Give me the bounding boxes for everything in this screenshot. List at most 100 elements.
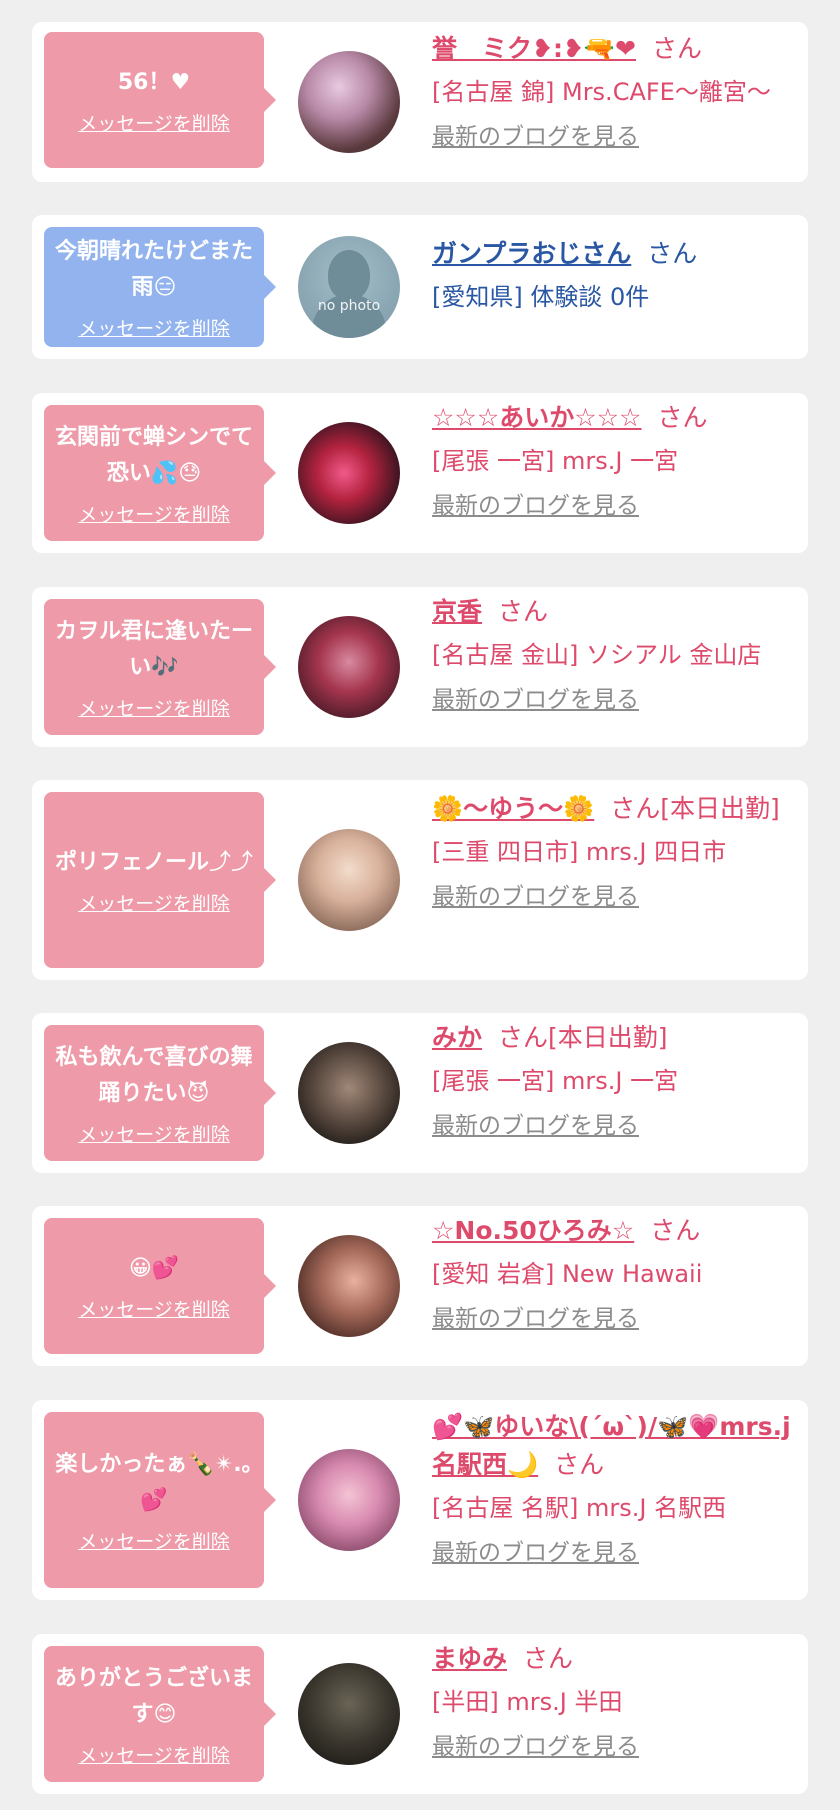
message-bubble: ありがとうございます😊 メッセージを削除 [44, 1646, 276, 1782]
delete-message-link[interactable]: メッセージを削除 [78, 314, 230, 341]
message-bubble: 私も飲んで喜びの舞踊りたい😈 メッセージを削除 [44, 1025, 276, 1161]
shop-location: [愛知 岩倉] New Hawaii [432, 1260, 703, 1288]
sender-name-line: 京香 さん [432, 593, 804, 631]
sender-name-link[interactable]: 京香 [432, 597, 482, 626]
message-text: ポリフェノール⤴⤴ [55, 845, 253, 881]
message-bubble: 😀💕 メッセージを削除 [44, 1218, 276, 1354]
honorific-status: さん[本日出勤] [498, 1023, 668, 1052]
sender-info: 誉 ミク❥:❥🔫❤ さん [名古屋 錦] Mrs.CAFE～離宮～ 最新のブログを見る [432, 30, 804, 154]
delete-message-link[interactable]: メッセージを削除 [78, 1295, 230, 1322]
latest-blog-link[interactable]: 最新のブログを見る [432, 880, 804, 914]
message-body: 楽しかったぁ🍾✴.｡ [55, 1451, 253, 1477]
sender-name-line: ガンプラおじさん さん [432, 235, 804, 273]
avatar[interactable] [298, 616, 400, 718]
avatar[interactable] [298, 829, 400, 931]
latest-blog-link[interactable]: 最新のブログを見る [432, 1730, 804, 1764]
delete-message-link[interactable]: メッセージを削除 [78, 109, 230, 136]
delete-message-link[interactable]: メッセージを削除 [78, 1120, 230, 1147]
sender-name-line: 誉 ミク❥:❥🔫❤ さん [432, 30, 804, 68]
message-card: 😀💕 メッセージを削除 ☆No.50ひろみ☆ さん [愛知 岩倉] New Hawaii… [32, 1206, 808, 1366]
delete-message-link[interactable]: メッセージを削除 [78, 500, 230, 527]
sender-name-line: ☆No.50ひろみ☆ さん [432, 1212, 804, 1250]
sender-info: ☆No.50ひろみ☆ さん [愛知 岩倉] New Hawaii 最新のブログを見る [432, 1212, 804, 1336]
shop-location: [尾張 一宮] mrs.J 一宮 [432, 447, 679, 475]
sender-info: 💕🦋ゆいな\(´ω`)/🦋💗mrs.j名駅西🌙 さん [名古屋 名駅] mrs.J … [432, 1408, 804, 1570]
honorific-status: さん[本日出勤] [610, 794, 780, 823]
message-card: ありがとうございます😊 メッセージを削除 まゆみ さん [半田] mrs.J 半田最新の… [32, 1634, 808, 1794]
message-text: 56！♥ [118, 65, 190, 101]
delete-message-link[interactable]: メッセージを削除 [78, 889, 230, 916]
sender-name-link[interactable]: ガンプラおじさん [432, 239, 631, 268]
sender-info: 🌼～ゆう～🌼 さん[本日出勤] [三重 四日市] mrs.J 四日市最新のブログを見… [432, 790, 804, 914]
message-bubble: 楽しかったぁ🍾✴.｡ 💕 メッセージを削除 [44, 1412, 276, 1588]
avatar[interactable] [298, 1449, 400, 1551]
sender-name-line: みか さん[本日出勤] [432, 1019, 804, 1057]
honorific-status: さん [657, 403, 708, 432]
shop-location: [名古屋 名駅] mrs.J 名駅西 [432, 1494, 727, 1522]
no-photo-label: no photo [317, 298, 381, 314]
message-card: カヲル君に逢いたーい🎶 メッセージを削除 京香 さん [名古屋 金山] ソシアル 金山店… [32, 587, 808, 747]
message-card: 私も飲んで喜びの舞踊りたい😈 メッセージを削除 みか さん[本日出勤] [尾張 一宮] … [32, 1013, 808, 1173]
message-card: 楽しかったぁ🍾✴.｡ 💕 メッセージを削除 💕🦋ゆいな\(´ω`)/🦋💗mrs.j名駅… [32, 1400, 808, 1600]
message-body: 56！ [117, 69, 171, 95]
message-text: ありがとうございます😊 [52, 1661, 256, 1733]
sender-info: みか さん[本日出勤] [尾張 一宮] mrs.J 一宮最新のブログを見る [432, 1019, 804, 1143]
avatar[interactable] [298, 1042, 400, 1144]
message-bubble: 56！♥ メッセージを削除 [44, 32, 276, 168]
message-text: 😀💕 [129, 1251, 179, 1287]
message-emoji: 💦😓 [150, 460, 202, 486]
sender-info: ガンプラおじさん さん [愛知県] 体験談 0件 [432, 235, 804, 315]
avatar[interactable] [298, 1235, 400, 1337]
message-emoji: ♥ [170, 69, 191, 95]
message-card: 56！♥ メッセージを削除 誉 ミク❥:❥🔫❤ さん [名古屋 錦] Mrs.CAFE～… [32, 22, 808, 182]
sender-name-line: 🌼～ゆう～🌼 さん[本日出勤] [432, 790, 804, 828]
message-bubble: ポリフェノール⤴⤴ メッセージを削除 [44, 792, 276, 968]
message-emoji: 🎶 [151, 654, 179, 680]
latest-blog-link[interactable]: 最新のブログを見る [432, 120, 804, 154]
message-body: 私も飲んで喜びの舞踊りたい [55, 1044, 253, 1106]
message-text: 楽しかったぁ🍾✴.｡ 💕 [52, 1447, 256, 1519]
message-card: 今朝晴れたけどまた雨😑 メッセージを削除 no photo ガンプラおじさん さん [愛知… [32, 215, 808, 359]
sender-name-link[interactable]: 🌼～ゆう～🌼 [432, 794, 594, 823]
latest-blog-link[interactable]: 最新のブログを見る [432, 1302, 804, 1336]
sender-name-link[interactable]: 誉 ミク❥:❥🔫❤ [432, 34, 636, 63]
message-emoji: 😈 [186, 1080, 210, 1106]
message-emoji: 😀💕 [128, 1255, 180, 1281]
message-body: ポリフェノール [54, 849, 209, 875]
avatar[interactable] [298, 51, 400, 153]
latest-blog-link[interactable]: 最新のブログを見る [432, 683, 804, 717]
honorific-status: さん [498, 597, 549, 626]
honorific-status: さん [651, 34, 702, 63]
sender-name-link[interactable]: ☆☆☆あいか☆☆☆ [432, 403, 641, 432]
delete-message-link[interactable]: メッセージを削除 [78, 1527, 230, 1554]
shop-location: [三重 四日市] mrs.J 四日市 [432, 838, 727, 866]
message-emoji: 😊 [153, 1701, 177, 1727]
message-text: 今朝晴れたけどまた雨😑 [52, 234, 256, 306]
sender-name-link[interactable]: ☆No.50ひろみ☆ [432, 1216, 634, 1245]
sender-info: 京香 さん [名古屋 金山] ソシアル 金山店最新のブログを見る [432, 593, 804, 717]
latest-blog-link[interactable]: 最新のブログを見る [432, 1536, 804, 1570]
message-bubble: 玄関前で蝉シンでて恐い💦😓 メッセージを削除 [44, 405, 276, 541]
latest-blog-link[interactable]: 最新のブログを見る [432, 489, 804, 523]
delete-message-link[interactable]: メッセージを削除 [78, 694, 230, 721]
sender-name-line: まゆみ さん [432, 1640, 804, 1678]
shop-location: [半田] mrs.J 半田 [432, 1688, 623, 1716]
honorific-status: さん [554, 1450, 605, 1479]
delete-message-link[interactable]: メッセージを削除 [78, 1741, 230, 1768]
sender-name-line: ☆☆☆あいか☆☆☆ さん [432, 399, 804, 437]
avatar[interactable]: no photo [298, 236, 400, 338]
avatar[interactable] [298, 422, 400, 524]
honorific-status: さん [650, 1216, 701, 1245]
sender-name-link[interactable]: まゆみ [432, 1644, 507, 1673]
avatar[interactable] [298, 1663, 400, 1765]
message-bubble: 今朝晴れたけどまた雨😑 メッセージを削除 [44, 227, 276, 347]
sender-name-link[interactable]: みか [432, 1023, 482, 1052]
shop-location: [尾張 一宮] mrs.J 一宮 [432, 1067, 679, 1095]
message-text: 玄関前で蝉シンでて恐い💦😓 [52, 420, 256, 492]
latest-blog-link[interactable]: 最新のブログを見る [432, 1109, 804, 1143]
shop-location: [名古屋 金山] ソシアル 金山店 [432, 641, 762, 669]
sender-name-link[interactable]: 💕🦋ゆいな\(´ω`)/🦋💗mrs.j名駅西🌙 [432, 1412, 791, 1479]
sender-info: まゆみ さん [半田] mrs.J 半田最新のブログを見る [432, 1640, 804, 1764]
honorific-status: さん [523, 1644, 574, 1673]
message-emoji: 😑 [153, 274, 177, 300]
